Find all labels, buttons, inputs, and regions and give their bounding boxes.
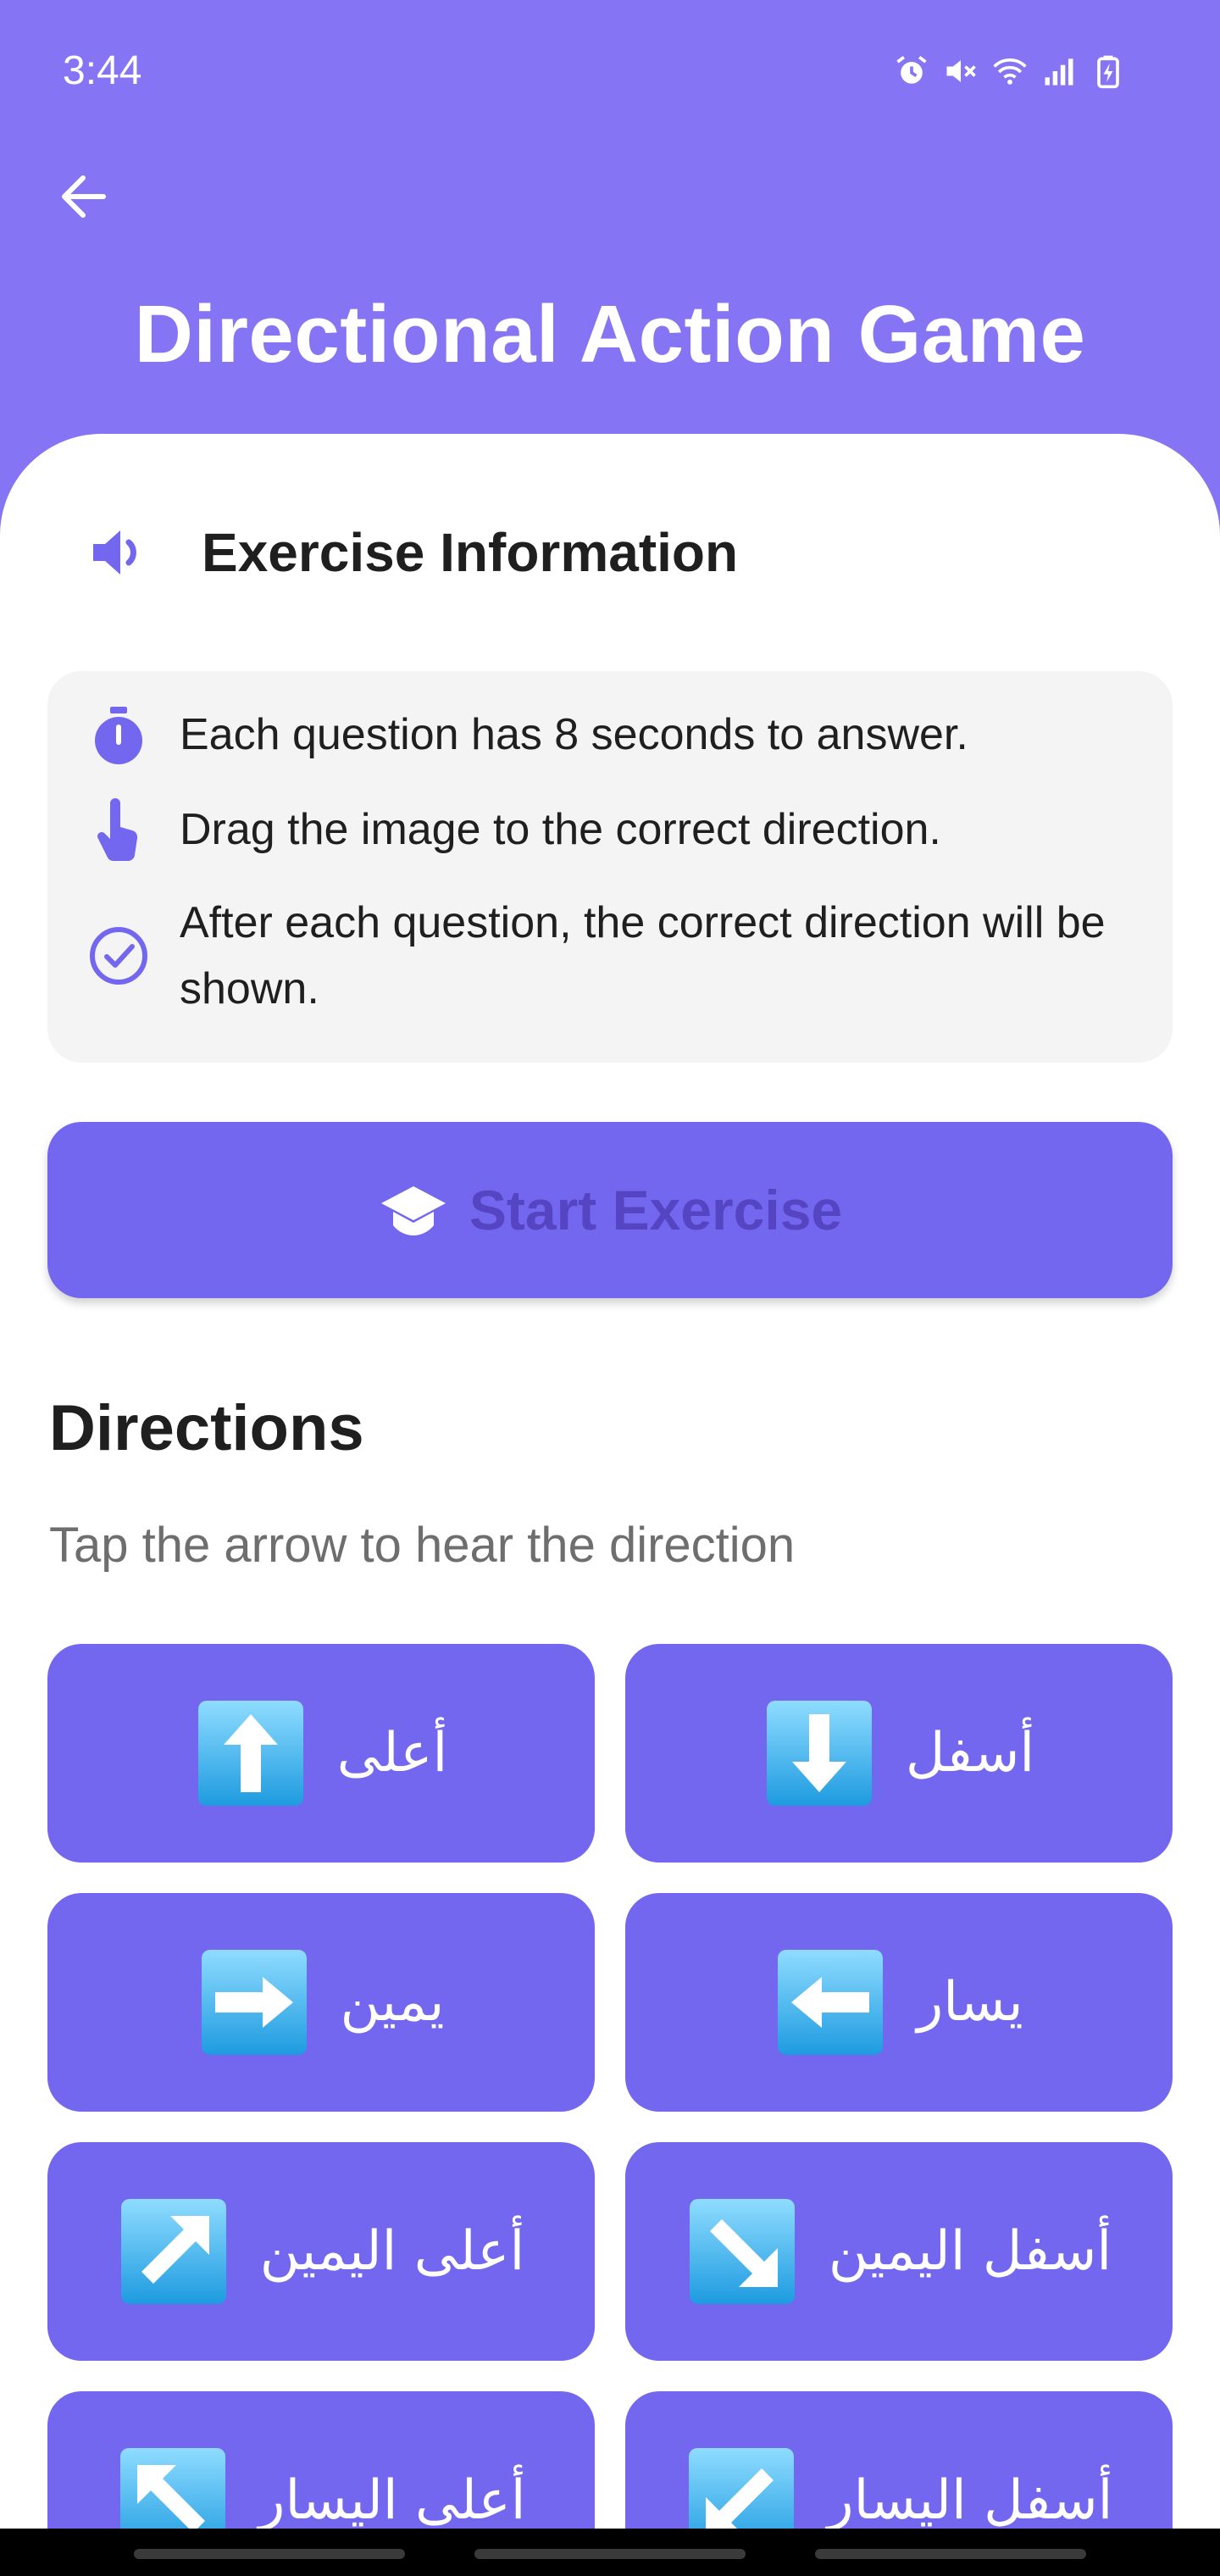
direction-tile-left[interactable]: يسار	[625, 1893, 1173, 2112]
status-icons	[893, 53, 1127, 90]
arrow-right-icon	[201, 1950, 307, 2055]
info-item-text: Each question has 8 seconds to answer.	[180, 710, 968, 759]
direction-label: أسفل اليمين	[828, 2220, 1112, 2283]
navigation-bar	[0, 2529, 1220, 2576]
directions-title: Directions	[49, 1392, 364, 1464]
mute-icon	[942, 53, 979, 90]
wifi-icon	[991, 53, 1029, 90]
direction-label: يسار	[917, 1971, 1023, 2034]
direction-tile-up-right[interactable]: أعلى اليمين	[47, 2142, 595, 2361]
arrow-down-icon	[766, 1701, 872, 1806]
info-item-text: Drag the image to the correct direction.	[180, 805, 941, 854]
signal-icon	[1040, 53, 1078, 90]
direction-label: أعلى	[336, 1722, 448, 1785]
nav-handle[interactable]	[134, 2549, 405, 2559]
direction-label: أعلى اليمين	[259, 2220, 525, 2283]
alarm-icon	[893, 53, 930, 90]
direction-label: أعلى اليسار	[258, 2469, 526, 2532]
graduation-cap-icon	[380, 1186, 446, 1235]
start-exercise-button[interactable]: Start Exercise	[47, 1122, 1173, 1298]
info-title: Exercise Information	[202, 522, 739, 583]
direction-tile-up[interactable]: أعلى	[47, 1644, 595, 1863]
arrow-back-icon	[62, 175, 106, 218]
arrow-left-icon	[778, 1950, 884, 2055]
arrow-up-icon	[197, 1701, 303, 1806]
nav-handle[interactable]	[815, 2549, 1086, 2559]
nav-handle[interactable]	[474, 2549, 746, 2559]
content-sheet: Exercise Information Each question has 8…	[0, 434, 1220, 2576]
drag-hand-icon	[97, 798, 138, 862]
info-header: Exercise Information	[85, 519, 738, 586]
info-item-timer: Each question has 8 seconds to answer.	[47, 702, 1154, 769]
directions-subtitle: Tap the arrow to hear the direction	[49, 1518, 796, 1573]
info-box: Each question has 8 seconds to answer. D…	[47, 671, 1173, 1063]
page-title: Directional Action Game	[134, 289, 1086, 380]
info-item-drag: Drag the image to the correct direction.	[47, 797, 1154, 864]
timer-icon	[95, 707, 142, 764]
direction-tile-down-right[interactable]: أسفل اليمين	[625, 2142, 1173, 2361]
status-time: 3:44	[63, 48, 142, 93]
info-item-text: After each question, the correct directi…	[180, 898, 1106, 1013]
direction-tile-down[interactable]: أسفل	[625, 1644, 1173, 1863]
direction-label: أسفل	[905, 1722, 1035, 1785]
arrow-down-right-icon	[689, 2199, 795, 2304]
back-button[interactable]	[49, 161, 120, 232]
battery-icon	[1090, 53, 1127, 90]
start-exercise-label: Start Exercise	[469, 1179, 843, 1241]
arrow-up-right-icon	[120, 2199, 226, 2304]
check-circle-icon	[90, 927, 147, 985]
direction-label: أسفل اليسار	[827, 2469, 1113, 2532]
direction-tile-right[interactable]: يمين	[47, 1893, 595, 2112]
speaker-icon[interactable]	[85, 519, 152, 586]
direction-label: يمين	[340, 1971, 445, 2034]
status-bar: 3:44	[0, 0, 1220, 144]
info-item-check: After each question, the correct directi…	[47, 890, 1154, 1022]
